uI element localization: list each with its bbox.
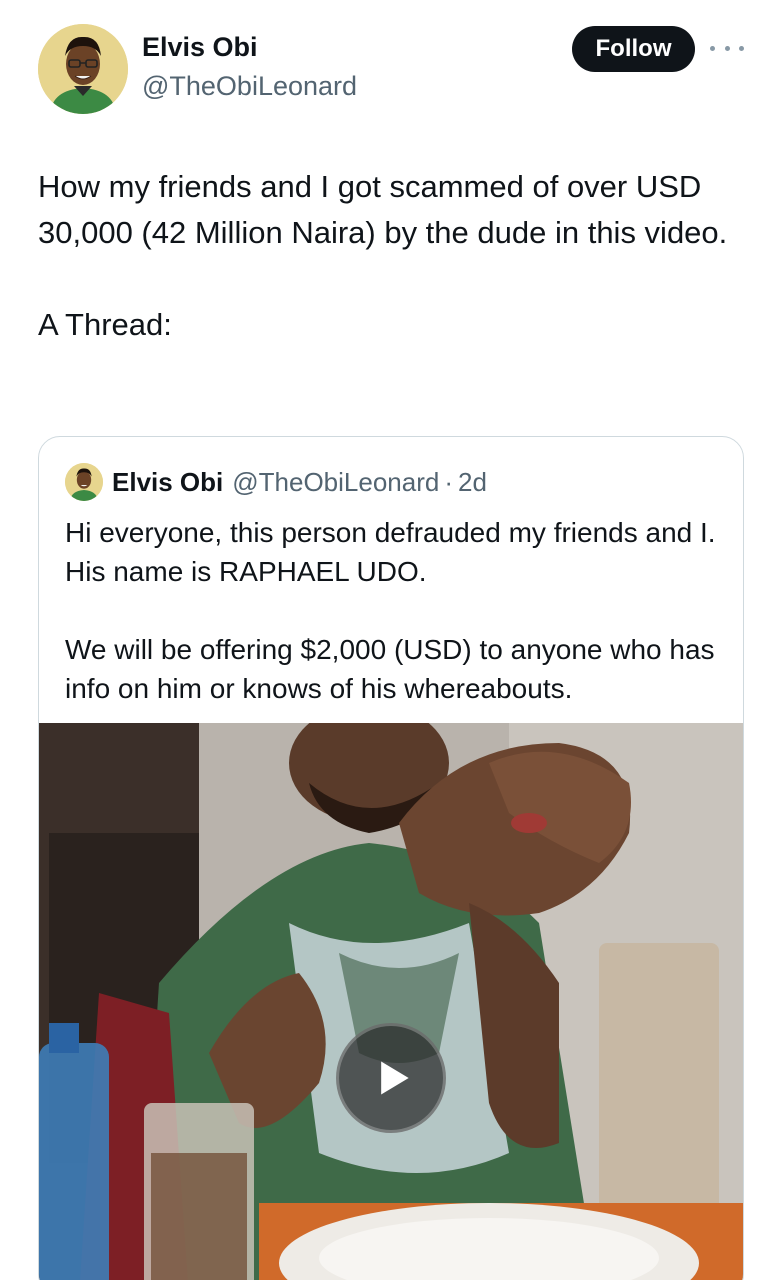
quoted-author-avatar[interactable]: [65, 463, 103, 501]
separator-dot: ·: [444, 466, 454, 497]
quoted-author-name[interactable]: Elvis Obi: [112, 467, 223, 498]
follow-button[interactable]: Follow: [572, 26, 695, 72]
more-dot: [724, 45, 730, 51]
quoted-author-handle[interactable]: @TheObiLeonard: [232, 467, 439, 498]
play-icon: [381, 1061, 409, 1095]
quoted-tweet-text: Hi everyone, this person defrauded my fr…: [65, 517, 716, 704]
more-dot: [710, 45, 715, 51]
play-button[interactable]: [336, 1023, 446, 1133]
more-options-icon[interactable]: [710, 38, 744, 58]
video-thumbnail[interactable]: [39, 723, 743, 1280]
author-avatar[interactable]: [38, 24, 128, 114]
quoted-tweet-card[interactable]: Elvis Obi @TheObiLeonard · 2d Hi everyon…: [38, 436, 744, 1280]
video-frame-image: [39, 723, 743, 1280]
quoted-tweet-header: Elvis Obi @TheObiLeonard · 2d: [65, 463, 487, 501]
tweet-header: Elvis Obi @TheObiLeonard Follow: [38, 24, 744, 114]
author-name[interactable]: Elvis Obi: [142, 32, 258, 63]
tweet-text: How my friends and I got scammed of over…: [38, 169, 728, 342]
quoted-timestamp[interactable]: 2d: [458, 467, 487, 498]
more-dot: [739, 45, 744, 51]
author-handle[interactable]: @TheObiLeonard: [142, 71, 357, 102]
